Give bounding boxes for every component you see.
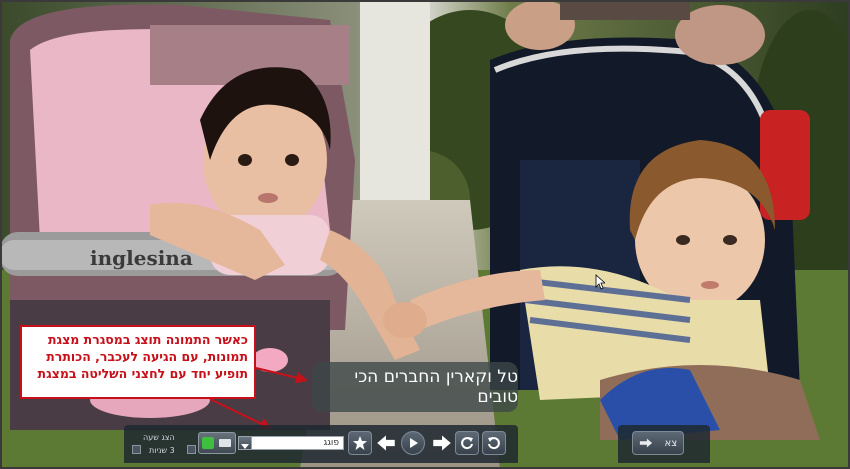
play-icon <box>410 438 418 448</box>
arrow-left-icon <box>377 435 395 451</box>
previous-button[interactable] <box>374 431 398 455</box>
annotation-callout: כאשר התמונה תוצג במסגרת מצגת תמונות, עם … <box>20 325 256 399</box>
caption-toggle-icon <box>219 439 231 447</box>
exit-button[interactable]: צא <box>632 431 684 455</box>
stroller-brand-text: inglesina <box>90 246 193 270</box>
chevron-down-icon[interactable] <box>238 436 252 450</box>
cursor-icon <box>595 274 605 290</box>
speed-label: הצג שעה <box>143 433 175 442</box>
exit-arrow-icon <box>639 438 652 448</box>
rotate-clockwise-icon <box>461 437 473 450</box>
slide-caption: טל וקארין החברים הכי טובים <box>312 362 518 412</box>
speed-value: 3 שניות <box>149 446 175 455</box>
play-button[interactable] <box>401 431 425 455</box>
exit-label: צא <box>664 437 678 449</box>
slideshow-viewer: inglesina טל וקארין החברים הכי טובים כאש… <box>0 0 850 469</box>
rotate-clockwise-button[interactable] <box>455 431 479 455</box>
favorite-button[interactable] <box>348 431 372 455</box>
speed-decrease-button[interactable] <box>132 445 141 454</box>
rotate-counterclockwise-button[interactable] <box>482 431 506 455</box>
speed-increase-button[interactable] <box>187 445 196 454</box>
next-button[interactable] <box>430 431 454 455</box>
rotate-counterclockwise-icon <box>488 437 500 450</box>
transition-effect-select[interactable]: פוגג <box>238 436 344 450</box>
star-icon <box>353 436 367 450</box>
arrow-right-icon <box>433 435 451 451</box>
check-icon <box>202 437 214 449</box>
